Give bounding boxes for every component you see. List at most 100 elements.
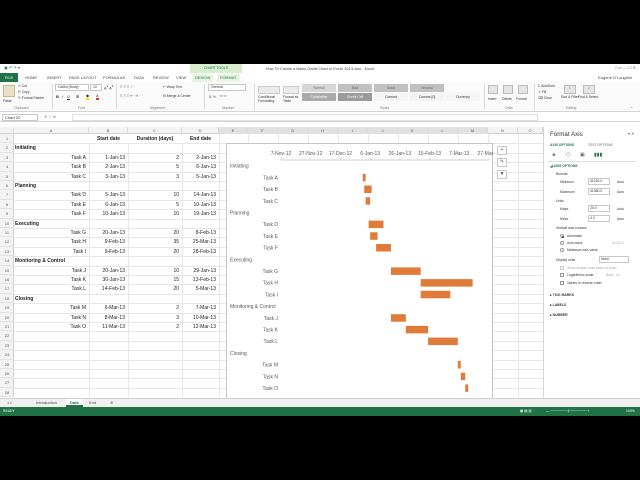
radio-automatic[interactable] [560,234,564,238]
column-header[interactable]: C [128,127,182,134]
cell-b27[interactable] [89,378,128,387]
cell-a17[interactable]: Task L [14,284,89,293]
view-buttons[interactable]: ▦ ▤ ▥ [520,409,532,413]
cell-a8[interactable]: Task E [14,200,89,209]
row-header[interactable]: 25 [0,360,14,369]
cell-b4[interactable]: 2-Jan-13 [89,162,128,171]
row-header[interactable]: 19 [0,303,14,313]
cell-c3[interactable]: 2 [128,153,182,162]
row-header[interactable]: 12 [0,237,14,247]
cell-a22[interactable] [14,331,89,340]
cell-d6[interactable] [182,181,219,190]
zoom-level[interactable]: 100% [626,409,635,413]
tab-text-options[interactable]: TEXT OPTIONS [588,143,613,147]
cell-d8[interactable]: 10-Jan-13 [182,200,219,209]
cell-a10[interactable]: Executing [15,219,90,228]
cell-a25[interactable] [14,360,89,369]
row-header[interactable]: 24 [0,350,14,360]
sheet-nav-arrows[interactable]: ◂ ▸ [3,399,16,407]
row-header[interactable]: 23 [0,341,14,351]
column-header[interactable]: L [428,127,458,134]
cell-d23[interactable] [182,341,219,350]
cell-a18[interactable]: Closing [15,294,90,303]
style-neutral[interactable]: Neutral [410,84,444,92]
fill-button[interactable]: ⇩ Fill [538,90,546,94]
cell-b26[interactable] [89,369,128,378]
copy-button[interactable]: ⎘ Copy [18,90,30,94]
row-header[interactable]: 13 [0,247,14,257]
header-cell-c[interactable]: Duration (days) [128,134,182,144]
tab-home[interactable]: HOME [22,74,40,82]
formula-input[interactable] [72,114,538,121]
cell-b17[interactable]: 14-Feb-13 [89,284,128,293]
cell-c27[interactable] [128,378,182,387]
cell-d25[interactable] [182,360,219,369]
radio-max-axis-value[interactable] [560,248,564,252]
cell-c19[interactable]: 2 [128,303,182,312]
window-controls[interactable]: ? ▭ — ☐ ✕ [615,65,636,70]
cell-b22[interactable] [89,331,128,340]
cell-d22[interactable] [182,331,219,340]
cell-c9[interactable]: 10 [128,209,182,218]
column-header[interactable]: F [248,127,278,134]
fill-color-icon[interactable]: ◆ [86,93,90,100]
cell-d18[interactable] [182,294,219,303]
formula-icons[interactable]: ✕ ✓ fx [44,114,56,119]
italic-button[interactable]: I [62,94,63,99]
row-header[interactable]: 16 [0,275,14,285]
row-header[interactable]: 6 [0,181,14,191]
cell-b25[interactable] [89,360,128,369]
cell-c11[interactable]: 20 [128,228,182,237]
column-header[interactable]: O [518,127,543,134]
insert-cells-button[interactable]: Insert [488,97,496,101]
minimum-input[interactable]: 41220.0 [588,178,610,185]
column-header[interactable]: D [182,127,219,134]
column-header[interactable]: J [368,127,398,134]
cell-b15[interactable]: 20-Jan-13 [89,266,128,275]
row-header[interactable]: 9 [0,209,14,219]
section-number[interactable]: ▸ NUMBER [550,313,568,317]
format-cells-button[interactable]: Format [516,97,527,101]
cell-d7[interactable]: 14-Jan-13 [182,190,219,199]
cell-c6[interactable] [128,181,182,190]
cell-c28[interactable] [128,388,182,397]
style-comma[interactable]: Comma [374,93,408,101]
row-header[interactable]: 15 [0,266,14,275]
sheet-tab-data[interactable]: Data [66,399,83,407]
log-scale-checkbox[interactable] [560,273,564,277]
cell-c4[interactable]: 5 [128,162,182,171]
section-tick-marks[interactable]: ▸ TICK MARKS [550,293,574,297]
fill-line-icon[interactable]: ◈ [552,152,556,158]
cell-c8[interactable]: 5 [128,200,182,209]
display-units-select[interactable]: None [599,256,629,263]
row-header[interactable]: 18 [0,294,14,304]
cell-c25[interactable] [128,360,182,369]
minimum-auto-button[interactable]: Auto [617,180,624,184]
cell-b20[interactable]: 8-Mar-13 [89,313,128,322]
row-header[interactable]: 2 [0,143,14,153]
cell-b21[interactable]: 11-Mar-13 [89,322,128,331]
row-header[interactable]: 22 [0,331,14,341]
underline-button[interactable]: U [67,94,70,99]
cell-b11[interactable]: 20-Jan-13 [89,228,128,237]
cell-a28[interactable] [14,388,89,397]
cell-a27[interactable] [14,378,89,387]
cell-d10[interactable] [182,219,219,228]
cell-c20[interactable]: 3 [128,313,182,322]
row-header[interactable]: 28 [0,388,14,397]
cell-b7[interactable]: 5-Jan-13 [89,190,128,199]
cell-c12[interactable]: 35 [128,237,182,246]
cell-a6[interactable]: Planning [15,181,90,190]
chart-elements-button[interactable]: + [497,146,507,155]
row-header[interactable]: 7 [0,190,14,200]
gantt-chart[interactable]: 7-Nov-12 27-Nov-12 17-Dec-12 6-Jan-13 26-Jan… [226,143,501,399]
tab-insert[interactable]: INSERT [44,74,65,82]
style-good[interactable]: Good [374,84,408,92]
row-header[interactable]: 10 [0,219,14,228]
cell-d27[interactable] [182,378,219,387]
cell-d28[interactable] [182,388,219,397]
row-header[interactable]: 27 [0,378,14,388]
maximum-auto-button[interactable]: Auto [617,190,624,194]
user-name[interactable]: Eugene O'Loughlin [598,75,632,80]
collapse-ribbon-icon[interactable]: ⌃ [630,106,633,111]
